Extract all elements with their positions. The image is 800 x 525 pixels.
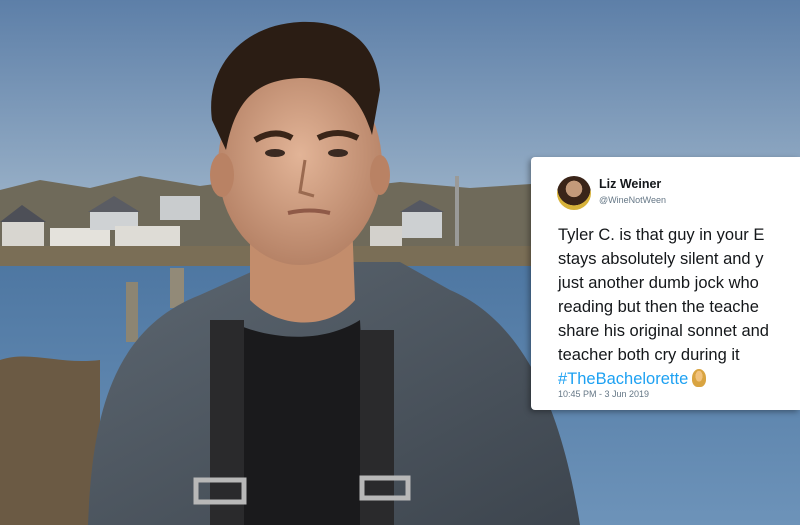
person-emoji-icon [692,369,707,387]
tweet-text: Tyler C. is that guy in your E stays abs… [558,223,800,391]
person-tshirt [230,320,370,525]
person-eye [265,149,285,157]
person-eye [328,149,348,157]
overall-strap-left [210,320,244,525]
tweet-hashtag-line: #TheBachelorette [558,367,800,391]
foreground-brush [0,356,100,525]
tweet-hashtag-link[interactable]: #TheBachelorette [558,370,688,388]
tweet-text-line: Tyler C. is that guy in your E [558,226,765,244]
tweet-text-line: just another dumb jock who [558,274,759,292]
tweet-text-line: stays absolutely silent and y [558,250,764,268]
author-avatar[interactable] [557,176,591,210]
tweet-text-line: teacher both cry during it [558,346,740,364]
tweet-text-line: reading but then the teache [558,298,759,316]
tweet-author-name[interactable]: Liz Weiner [599,177,661,191]
tweet-author-handle[interactable]: @WineNotWeen [599,195,666,205]
tweet-card[interactable]: Liz Weiner @WineNotWeen Tyler C. is that… [531,157,800,410]
tweet-text-line: share his original sonnet and [558,322,769,340]
person-ear [370,155,390,195]
piling [126,282,138,342]
tweet-timestamp[interactable]: 10:45 PM - 3 Jun 2019 [558,389,649,399]
person-ear [210,153,234,197]
piling [170,268,184,308]
